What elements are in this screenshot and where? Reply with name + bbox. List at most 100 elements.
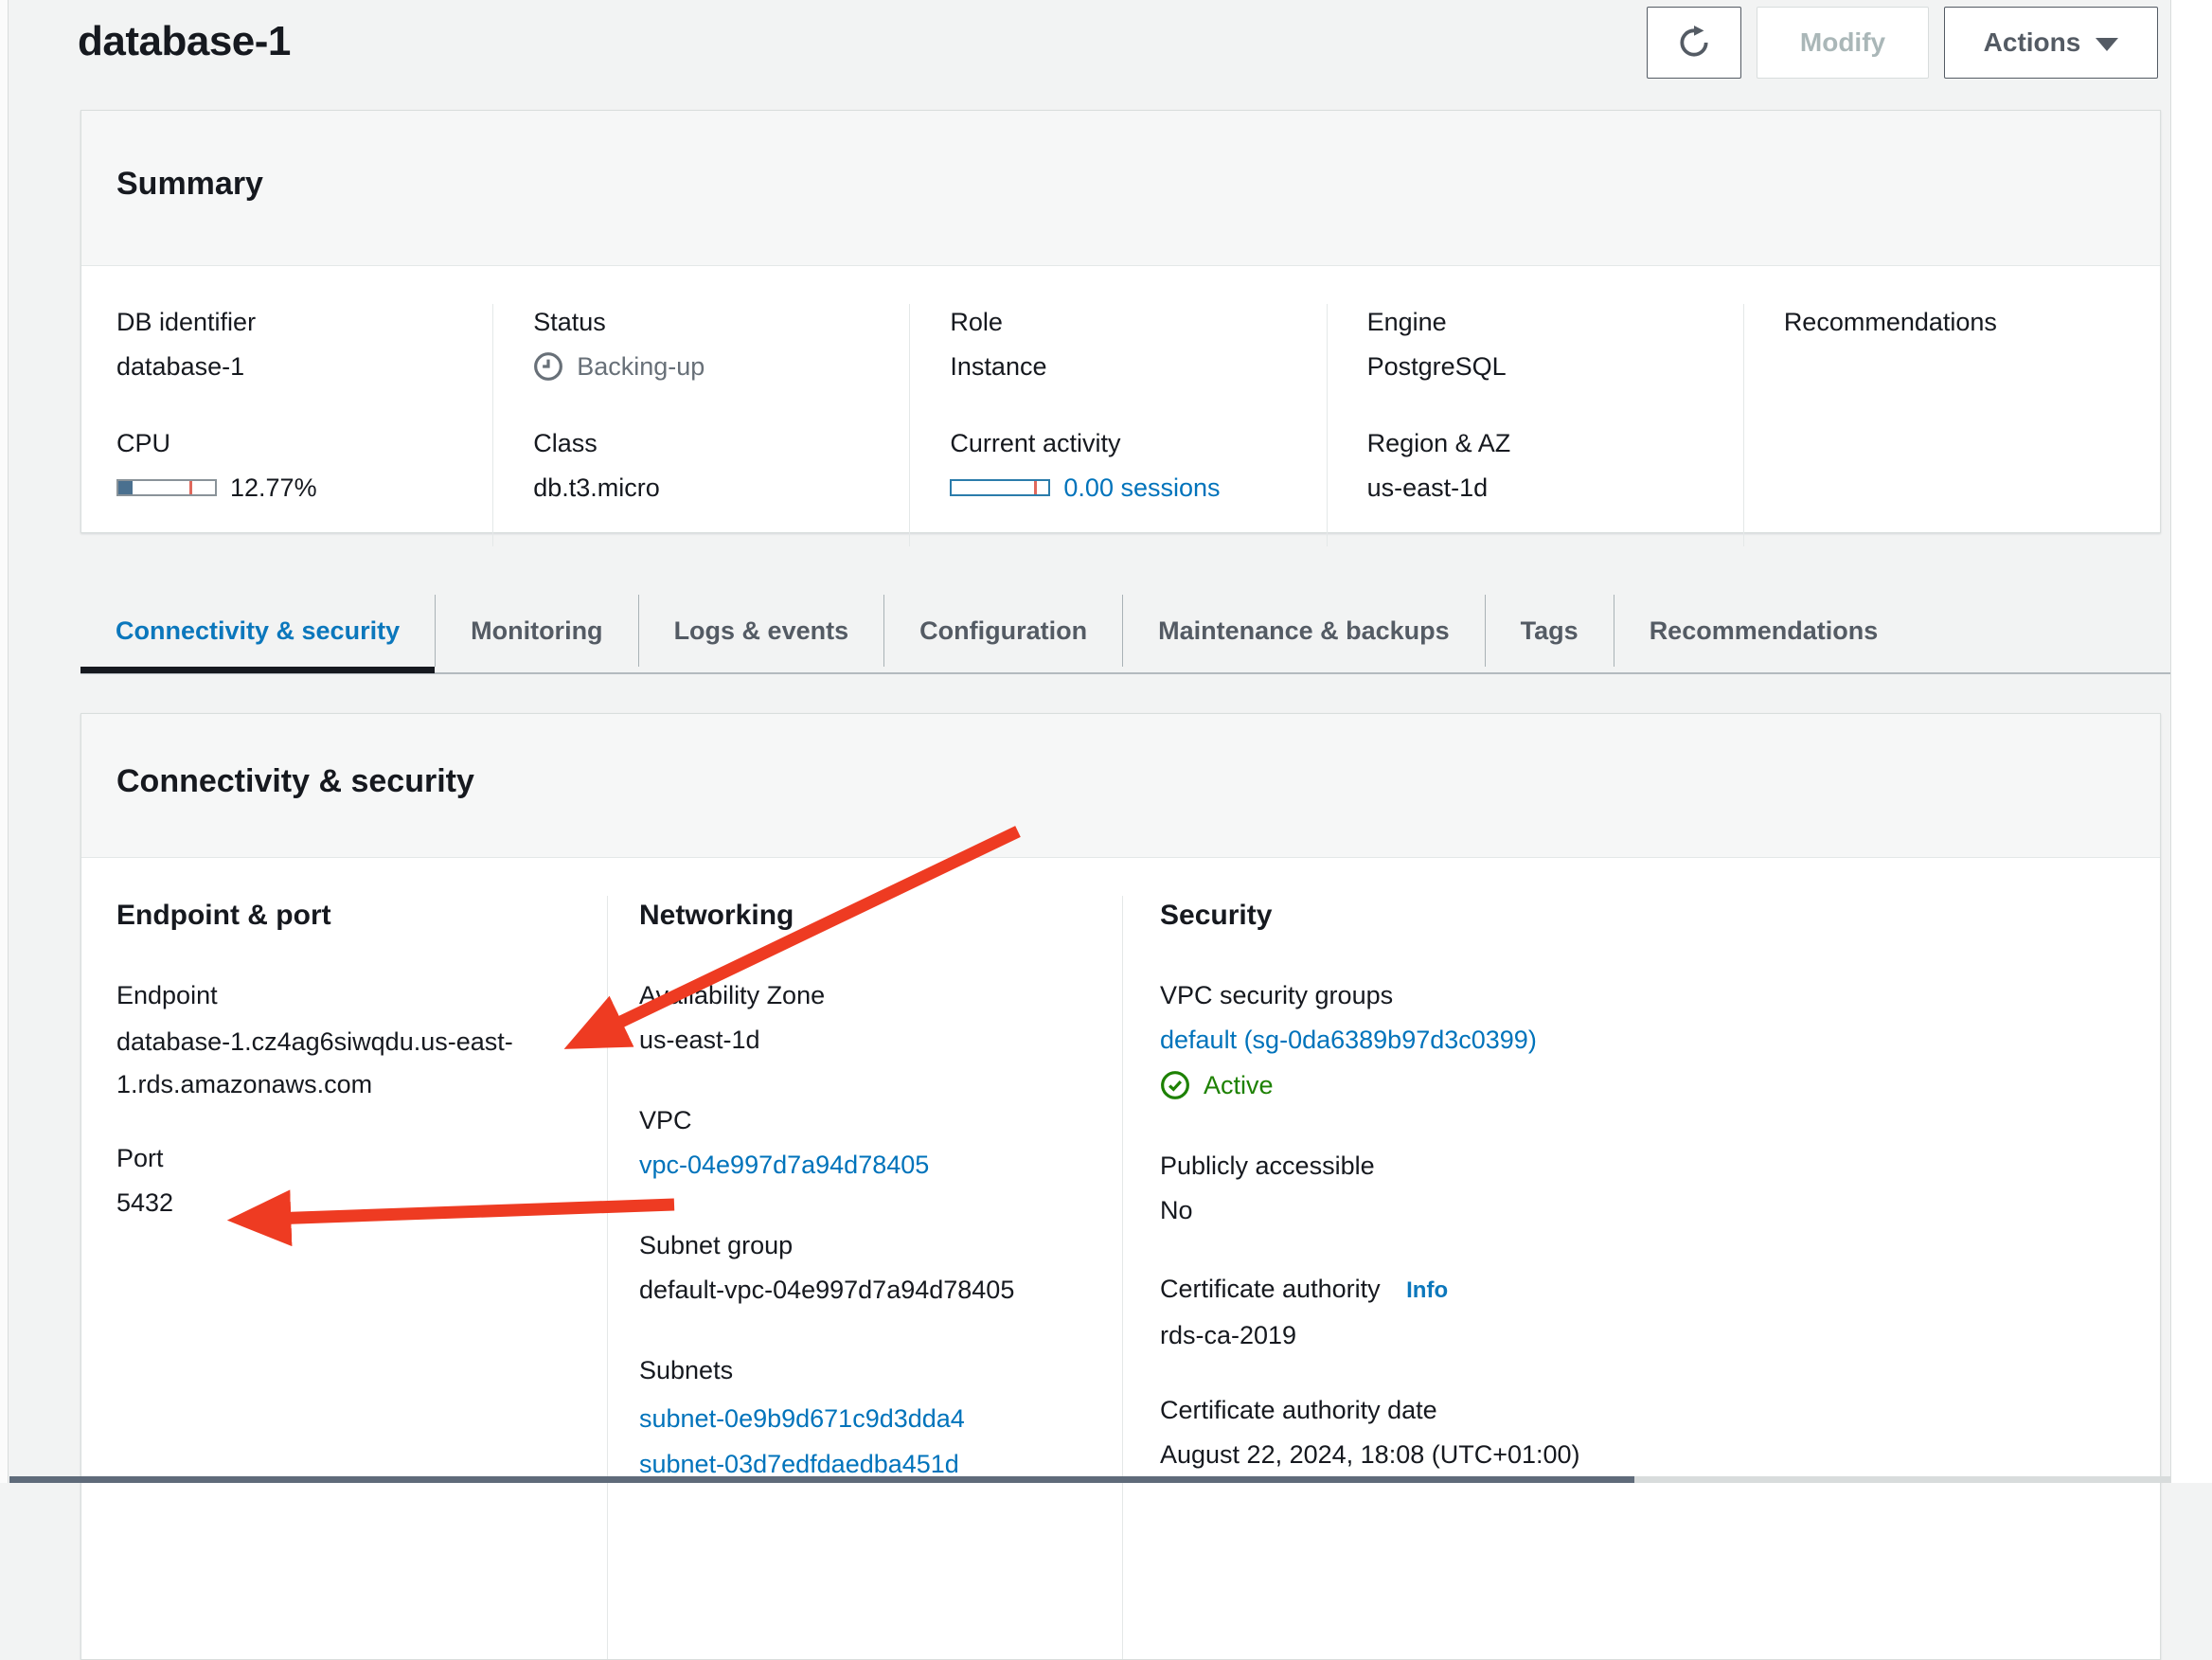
availability-zone-label: Availability Zone <box>639 977 1122 1013</box>
availability-zone-value: us-east-1d <box>639 1021 1122 1059</box>
summary-col-identifier: DB identifier database-1 CPU 12.77% <box>81 304 492 546</box>
actions-button[interactable]: Actions <box>1944 7 2158 79</box>
refresh-icon <box>1676 25 1712 61</box>
vpc-security-groups-label: VPC security groups <box>1160 977 2160 1013</box>
summary-col-status: Status Backing-up Class db.t3.micro <box>492 304 909 546</box>
cpu-field: CPU 12.77% <box>116 425 492 507</box>
security-group-link[interactable]: default (sg-0da6389b97d3c0399) <box>1160 1026 1537 1054</box>
region-az-label: Region & AZ <box>1367 425 1743 461</box>
port-label: Port <box>116 1140 607 1176</box>
vpc-security-groups-field: VPC security groups default (sg-0da6389b… <box>1160 977 2160 1106</box>
endpoint-value: database-1.cz4ag6siwqdu.us-east-1.rds.am… <box>116 1021 529 1106</box>
certificate-authority-info-link[interactable]: Info <box>1406 1277 1448 1303</box>
tab-connectivity-security[interactable]: Connectivity & security <box>80 595 435 667</box>
vpc-field: VPC vpc-04e997d7a94d78405 <box>639 1102 1122 1184</box>
current-activity-bar <box>950 479 1050 496</box>
caret-down-icon <box>2096 38 2118 51</box>
connectivity-heading: Connectivity & security <box>116 761 2160 801</box>
status-label: Status <box>533 304 909 340</box>
tab-maintenance-backups[interactable]: Maintenance & backups <box>1122 595 1485 667</box>
cpu-progress-bar <box>116 479 217 496</box>
publicly-accessible-field: Publicly accessible No <box>1160 1148 2160 1229</box>
region-az-value: us-east-1d <box>1367 469 1743 507</box>
role-value: Instance <box>950 348 1326 385</box>
subnet-group-value: default-vpc-04e997d7a94d78405 <box>639 1271 1122 1309</box>
subnet-group-label: Subnet group <box>639 1227 1122 1263</box>
endpoint-label: Endpoint <box>116 977 607 1013</box>
page-title: database-1 <box>78 13 291 70</box>
availability-zone-field: Availability Zone us-east-1d <box>639 977 1122 1059</box>
tab-monitoring[interactable]: Monitoring <box>435 595 637 667</box>
certificate-authority-field: Certificate authority Info rds-ca-2019 <box>1160 1271 2160 1354</box>
engine-value: PostgreSQL <box>1367 348 1743 385</box>
region-az-field: Region & AZ us-east-1d <box>1367 425 1743 507</box>
endpoint-port-column: Endpoint & port Endpoint database-1.cz4a… <box>81 896 607 1659</box>
engine-field: Engine PostgreSQL <box>1367 304 1743 385</box>
tab-tags[interactable]: Tags <box>1485 595 1614 667</box>
horizontal-scrollbar-thumb[interactable] <box>9 1476 1634 1483</box>
toolbar: Modify Actions <box>1647 7 2158 79</box>
subnets-label: Subnets <box>639 1352 1122 1388</box>
networking-heading: Networking <box>639 896 1122 936</box>
subnet-link-1[interactable]: subnet-0e9b9d671c9d3dda4 <box>639 1396 1122 1441</box>
page-header: database-1 <box>78 13 291 70</box>
vertical-scrollbar-track[interactable] <box>2170 0 2212 1483</box>
current-activity-threshold-tick <box>1034 481 1037 494</box>
publicly-accessible-value: No <box>1160 1191 2160 1229</box>
endpoint-field: Endpoint database-1.cz4ag6siwqdu.us-east… <box>116 977 607 1106</box>
cpu-bar-fill <box>118 481 133 494</box>
summary-col-engine: Engine PostgreSQL Region & AZ us-east-1d <box>1327 304 1743 546</box>
tab-bar: Connectivity & securityMonitoringLogs & … <box>80 595 1913 667</box>
cpu-value: 12.77% <box>230 469 317 507</box>
actions-button-label: Actions <box>1984 27 2081 58</box>
class-value: db.t3.micro <box>533 469 909 507</box>
summary-body: DB identifier database-1 CPU 12.77% Stat… <box>81 266 2160 546</box>
certificate-authority-date-value: August 22, 2024, 18:08 (UTC+01:00) <box>1160 1436 2160 1473</box>
status-value: Backing-up <box>577 348 705 385</box>
security-column: Security VPC security groups default (sg… <box>1122 896 2160 1659</box>
recommendations-label: Recommendations <box>1784 304 2160 340</box>
db-identifier-label: DB identifier <box>116 304 492 340</box>
security-heading: Security <box>1160 896 2160 936</box>
certificate-authority-date-label: Certificate authority date <box>1160 1392 2160 1428</box>
cpu-label: CPU <box>116 425 492 461</box>
class-label: Class <box>533 425 909 461</box>
refresh-button[interactable] <box>1647 7 1741 79</box>
engine-label: Engine <box>1367 304 1743 340</box>
db-identifier-field: DB identifier database-1 <box>116 304 492 385</box>
tab-logs-events[interactable]: Logs & events <box>638 595 884 667</box>
current-activity-field: Current activity 0.00 sessions <box>950 425 1326 507</box>
port-field: Port 5432 <box>116 1140 607 1222</box>
port-value: 5432 <box>116 1184 607 1222</box>
networking-column: Networking Availability Zone us-east-1d … <box>607 896 1122 1659</box>
role-label: Role <box>950 304 1326 340</box>
modify-button[interactable]: Modify <box>1757 7 1929 79</box>
clock-icon <box>533 351 563 382</box>
summary-heading: Summary <box>116 164 2160 204</box>
current-activity-label: Current activity <box>950 425 1326 461</box>
certificate-authority-label-row: Certificate authority Info <box>1160 1271 2160 1309</box>
subnet-group-field: Subnet group default-vpc-04e997d7a94d784… <box>639 1227 1122 1309</box>
security-group-status: Active <box>1204 1064 1274 1106</box>
recommendations-field: Recommendations <box>1784 304 2160 340</box>
tab-recommendations[interactable]: Recommendations <box>1614 595 1914 667</box>
endpoint-port-heading: Endpoint & port <box>116 896 607 936</box>
summary-panel-header: Summary <box>81 111 2160 266</box>
window-left-edge <box>0 0 9 1483</box>
connectivity-security-panel: Connectivity & security Endpoint & port … <box>80 713 2161 1660</box>
vpc-link[interactable]: vpc-04e997d7a94d78405 <box>639 1151 929 1179</box>
publicly-accessible-label: Publicly accessible <box>1160 1148 2160 1184</box>
summary-col-role: Role Instance Current activity 0.00 sess… <box>909 304 1326 546</box>
subnets-field: Subnets subnet-0e9b9d671c9d3dda4 subnet-… <box>639 1352 1122 1487</box>
summary-col-recommendations: Recommendations <box>1743 304 2160 546</box>
horizontal-scrollbar-track[interactable] <box>9 1476 2170 1483</box>
cpu-bar-threshold-tick <box>189 481 192 494</box>
vpc-label: VPC <box>639 1102 1122 1138</box>
role-field: Role Instance <box>950 304 1326 385</box>
current-activity-sessions-link[interactable]: 0.00 sessions <box>1063 469 1220 507</box>
connectivity-panel-header: Connectivity & security <box>81 714 2160 858</box>
certificate-authority-date-field: Certificate authority date August 22, 20… <box>1160 1392 2160 1473</box>
status-field: Status Backing-up <box>533 304 909 385</box>
class-field: Class db.t3.micro <box>533 425 909 507</box>
tab-configuration[interactable]: Configuration <box>883 595 1122 667</box>
